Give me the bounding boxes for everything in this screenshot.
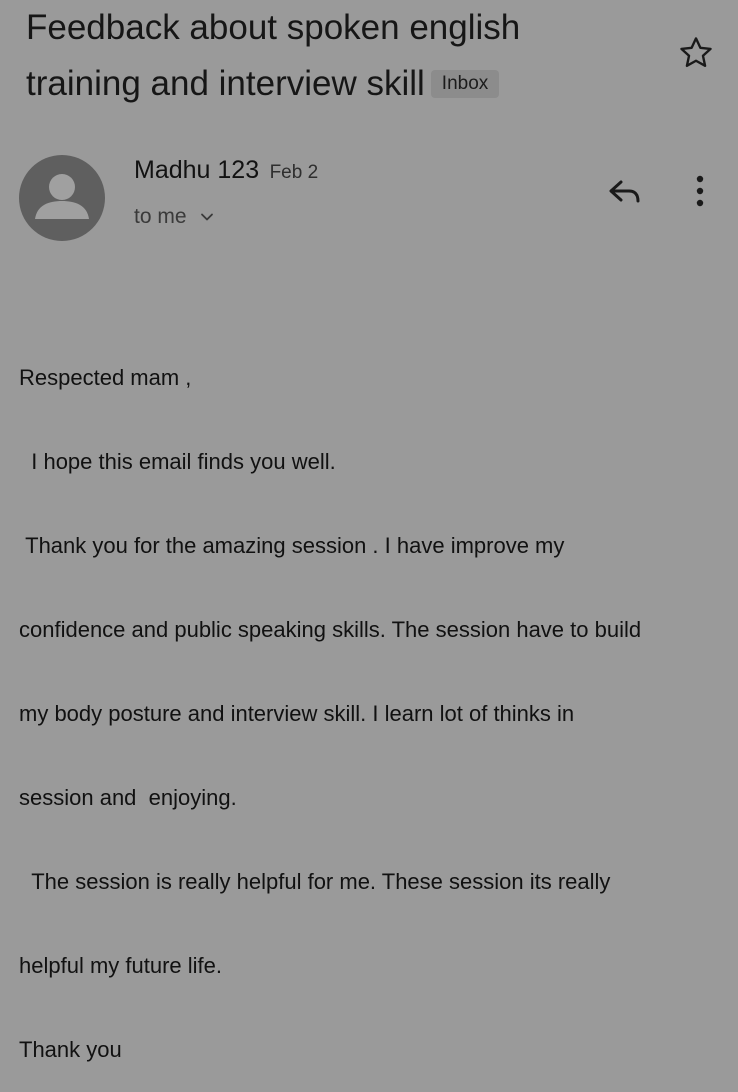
sender-name[interactable]: Madhu 123 <box>134 156 259 184</box>
body-line: confidence and public speaking skills. T… <box>19 617 642 642</box>
inbox-label-chip[interactable]: Inbox <box>430 70 500 98</box>
subject-line-1: Feedback about spoken english <box>26 8 521 47</box>
recipient-label: to me <box>134 205 187 228</box>
star-icon[interactable] <box>677 34 715 72</box>
subject-line-2: training and interview skill <box>26 64 425 103</box>
body-line: I hope this email finds you well. <box>19 449 336 474</box>
body-line: my body posture and interview skill. I l… <box>19 701 575 726</box>
email-subject: Feedback about spoken english training an… <box>26 0 646 112</box>
person-icon <box>35 174 89 219</box>
chevron-down-icon <box>200 213 213 221</box>
body-line: session and enjoying. <box>19 785 237 810</box>
avatar[interactable] <box>19 155 105 241</box>
recipient-details-toggle[interactable]: to me <box>134 205 215 229</box>
body-line: Thank you <box>19 1037 122 1062</box>
body-line: helpful my future life. <box>19 953 222 978</box>
more-vertical-icon[interactable] <box>688 172 712 210</box>
body-line: The session is really helpful for me. Th… <box>19 869 611 894</box>
body-line: Respected mam , <box>19 365 192 390</box>
reply-icon[interactable] <box>604 174 644 210</box>
email-date: Feb 2 <box>269 162 319 183</box>
body-line: Thank you for the amazing session . I ha… <box>19 533 565 558</box>
email-body: Respected mam , I hope this email finds … <box>19 308 719 1092</box>
sender-row: Madhu 123 Feb 2 <box>134 156 318 192</box>
